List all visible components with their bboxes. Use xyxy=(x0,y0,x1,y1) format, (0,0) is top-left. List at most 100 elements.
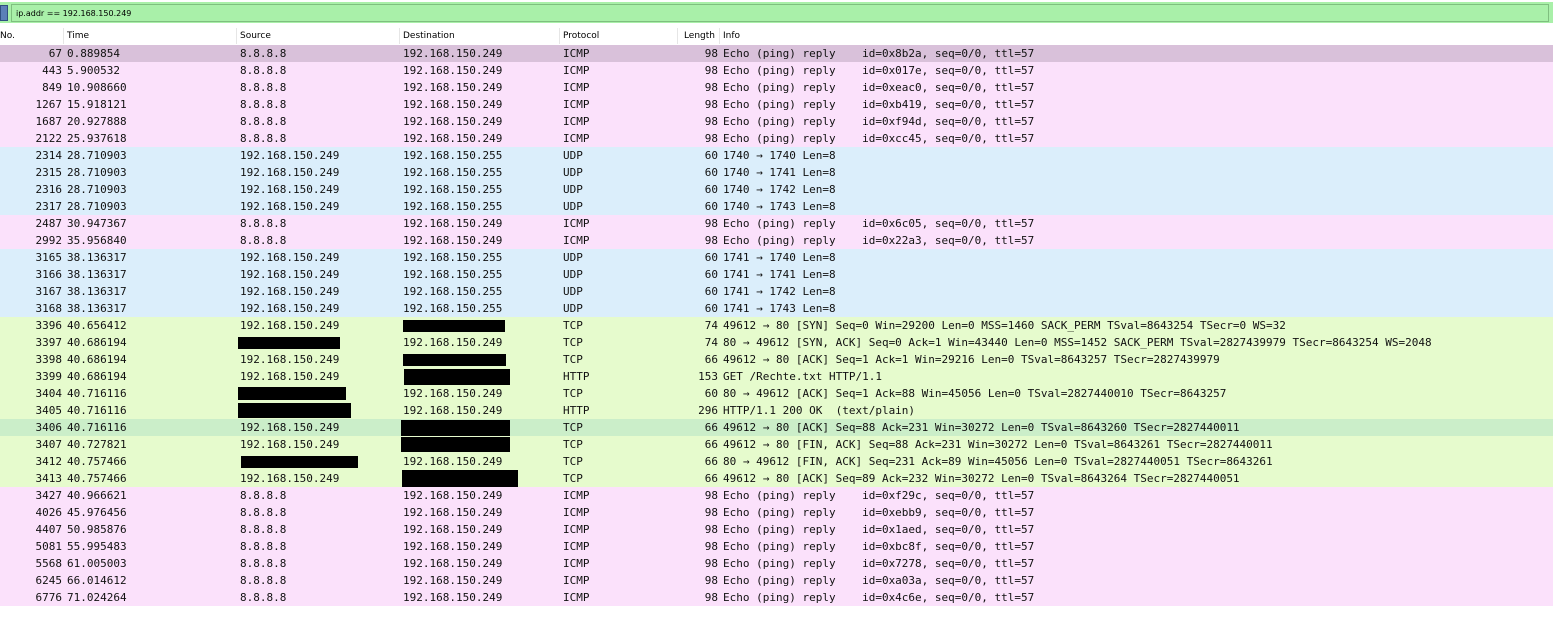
packet-time: 40.716116 xyxy=(67,387,127,400)
packet-row[interactable]: 3399 40.686194 192.168.150.249 HTTP 153 GET /… xyxy=(0,368,1553,385)
packet-row[interactable]: 3166 38.136317 192.168.150.249 192.168.150.… xyxy=(0,266,1553,283)
packet-destination: 192.168.150.249 xyxy=(403,217,503,230)
packet-length: 98 xyxy=(704,574,718,587)
packet-time: 40.686194 xyxy=(67,370,127,383)
packet-length: 98 xyxy=(704,234,718,247)
packet-length: 98 xyxy=(704,98,718,111)
packet-protocol: UDP xyxy=(563,200,583,213)
packet-row[interactable]: 2315 28.710903 192.168.150.249 192.168.150.… xyxy=(0,164,1553,181)
packet-source: 192.168.150.249 xyxy=(240,353,340,366)
packet-time: 30.947367 xyxy=(67,217,127,230)
packet-row[interactable]: 3396 40.656412 192.168.150.249 TCP 74 49612 →… xyxy=(0,317,1553,334)
packet-time: 20.927888 xyxy=(67,115,127,128)
packet-row[interactable]: 5568 61.005003 8.8.8.8 192.168.150.249 ICMP 9… xyxy=(0,555,1553,572)
packet-row[interactable]: 4407 50.985876 8.8.8.8 192.168.150.249 ICMP 9… xyxy=(0,521,1553,538)
packet-row[interactable]: 6776 71.024264 8.8.8.8 192.168.150.249 ICMP 9… xyxy=(0,589,1553,606)
packet-row[interactable]: 3397 40.686194 192.168.150.249 TCP 74 80 → 49… xyxy=(0,334,1553,351)
packet-row[interactable]: 3404 40.716116 192.168.150.249 TCP 60 80 → 49… xyxy=(0,385,1553,402)
packet-info: 49612 → 80 [ACK] Seq=89 Ack=232 Win=3027… xyxy=(723,472,1240,485)
packet-protocol: TCP xyxy=(563,319,583,332)
packet-number: 4026 xyxy=(35,506,63,519)
column-header-no[interactable]: No. xyxy=(0,28,64,44)
display-filter-input[interactable] xyxy=(11,4,1549,22)
packet-source: 8.8.8.8 xyxy=(240,132,287,145)
packet-number: 3399 xyxy=(35,370,63,383)
packet-protocol: ICMP xyxy=(563,132,590,145)
packet-row[interactable]: 3168 38.136317 192.168.150.249 192.168.150.… xyxy=(0,300,1553,317)
packet-info: Echo (ping) reply id=0xf29c, seq=0/0, tt… xyxy=(723,489,1035,502)
packet-row[interactable]: 2314 28.710903 192.168.150.249 192.168.150.… xyxy=(0,147,1553,164)
packet-protocol: TCP xyxy=(563,455,583,468)
packet-destination: 192.168.150.249 xyxy=(403,336,503,349)
redaction-bar xyxy=(238,337,340,349)
packet-row[interactable]: 3165 38.136317 192.168.150.249 192.168.150.… xyxy=(0,249,1553,266)
packet-protocol: ICMP xyxy=(563,574,590,587)
packet-number: 3404 xyxy=(35,387,63,400)
packet-row[interactable]: 3398 40.686194 192.168.150.249 TCP 66 49612 →… xyxy=(0,351,1553,368)
packet-protocol: UDP xyxy=(563,166,583,179)
column-header-time[interactable]: Time xyxy=(64,28,237,44)
packet-row[interactable]: 2122 25.937618 8.8.8.8 192.168.150.249 ICMP 9… xyxy=(0,130,1553,147)
bookmark-icon[interactable] xyxy=(0,5,8,21)
packet-protocol: ICMP xyxy=(563,115,590,128)
packet-row[interactable]: 4026 45.976456 8.8.8.8 192.168.150.249 ICMP 9… xyxy=(0,504,1553,521)
packet-row[interactable]: 3407 40.727821 192.168.150.249 TCP 66 49612 →… xyxy=(0,436,1553,453)
packet-number: 3396 xyxy=(35,319,63,332)
packet-info: Echo (ping) reply id=0x22a3, seq=0/0, tt… xyxy=(723,234,1035,247)
packet-source: 8.8.8.8 xyxy=(240,234,287,247)
redaction-bar xyxy=(241,456,358,468)
packet-time: 38.136317 xyxy=(67,251,127,264)
packet-row[interactable]: 849 10.908660 8.8.8.8 192.168.150.249 ICMP 98… xyxy=(0,79,1553,96)
packet-row[interactable]: 2317 28.710903 192.168.150.249 192.168.150.… xyxy=(0,198,1553,215)
packet-row[interactable]: 6245 66.014612 8.8.8.8 192.168.150.249 ICMP 9… xyxy=(0,572,1553,589)
packet-source: 192.168.150.249 xyxy=(240,472,340,485)
packet-number: 2315 xyxy=(35,166,63,179)
packet-row[interactable]: 3413 40.757466 192.168.150.249 TCP 66 49612 →… xyxy=(0,470,1553,487)
packet-row[interactable]: 443 5.900532 8.8.8.8 192.168.150.249 ICMP 98 E… xyxy=(0,62,1553,79)
packet-destination: 192.168.150.249 xyxy=(403,132,503,145)
packet-row[interactable]: 5081 55.995483 8.8.8.8 192.168.150.249 ICMP 9… xyxy=(0,538,1553,555)
packet-info: 49612 → 80 [ACK] Seq=88 Ack=231 Win=3027… xyxy=(723,421,1240,434)
column-header-destination[interactable]: Destination xyxy=(400,28,560,44)
redaction-bar xyxy=(401,437,510,452)
column-header-protocol[interactable]: Protocol xyxy=(560,28,678,44)
packet-row[interactable]: 3412 40.757466 192.168.150.249 TCP 66 80 → 49… xyxy=(0,453,1553,470)
packet-number: 3397 xyxy=(35,336,63,349)
packet-info: 1741 → 1741 Len=8 xyxy=(723,268,836,281)
packet-info: 49612 → 80 [FIN, ACK] Seq=88 Ack=231 Win… xyxy=(723,438,1273,451)
packet-length: 60 xyxy=(704,183,718,196)
packet-row[interactable]: 3167 38.136317 192.168.150.249 192.168.150.… xyxy=(0,283,1553,300)
column-header-source[interactable]: Source xyxy=(237,28,400,44)
packet-time: 40.966621 xyxy=(67,489,127,502)
packet-time: 40.757466 xyxy=(67,455,127,468)
packet-row[interactable]: 2316 28.710903 192.168.150.249 192.168.150.… xyxy=(0,181,1553,198)
packet-time: 10.908660 xyxy=(67,81,127,94)
column-header-length[interactable]: Length xyxy=(678,28,720,44)
packet-row[interactable]: 3405 40.716116 192.168.150.249 HTTP 296 HTTP/… xyxy=(0,402,1553,419)
packet-number: 3167 xyxy=(35,285,63,298)
packet-source: 8.8.8.8 xyxy=(240,506,287,519)
packet-length: 66 xyxy=(704,472,718,485)
packet-destination: 192.168.150.249 xyxy=(403,404,503,417)
packet-info: GET /Rechte.txt HTTP/1.1 xyxy=(723,370,882,383)
redaction-bar xyxy=(401,420,510,436)
packet-row[interactable]: 3427 40.966621 8.8.8.8 192.168.150.249 ICMP 9… xyxy=(0,487,1553,504)
packet-number: 2316 xyxy=(35,183,63,196)
packet-destination: 192.168.150.255 xyxy=(403,166,503,179)
packet-row[interactable]: 67 0.889854 8.8.8.8 192.168.150.249 ICMP 98 Ec… xyxy=(0,45,1553,62)
packet-length: 98 xyxy=(704,81,718,94)
packet-source: 8.8.8.8 xyxy=(240,540,287,553)
packet-row[interactable]: 2992 35.956840 8.8.8.8 192.168.150.249 ICMP 9… xyxy=(0,232,1553,249)
packet-length: 153 xyxy=(698,370,718,383)
packet-number: 443 xyxy=(42,64,62,77)
packet-destination: 192.168.150.255 xyxy=(403,251,503,264)
packet-row[interactable]: 2487 30.947367 8.8.8.8 192.168.150.249 ICMP 9… xyxy=(0,215,1553,232)
column-header-info[interactable]: Info xyxy=(720,28,1553,44)
packet-row[interactable]: 1687 20.927888 8.8.8.8 192.168.150.249 ICMP 9… xyxy=(0,113,1553,130)
packet-info: 1741 → 1743 Len=8 xyxy=(723,302,836,315)
packet-number: 3398 xyxy=(35,353,63,366)
packet-info: Echo (ping) reply id=0x6c05, seq=0/0, tt… xyxy=(723,217,1035,230)
packet-row[interactable]: 3406 40.716116 192.168.150.249 TCP 66 49612 →… xyxy=(0,419,1553,436)
packet-length: 98 xyxy=(704,540,718,553)
packet-row[interactable]: 1267 15.918121 8.8.8.8 192.168.150.249 ICMP 9… xyxy=(0,96,1553,113)
